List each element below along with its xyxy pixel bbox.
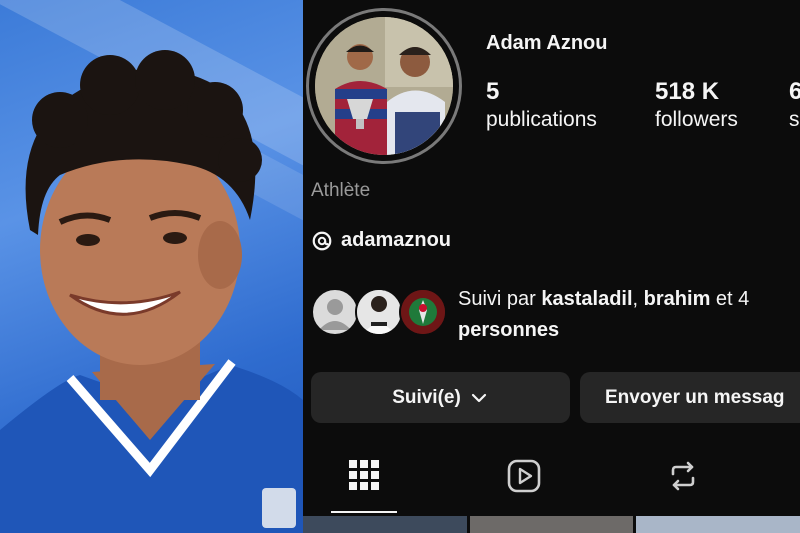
message-button-label: Envoyer un messag [605,386,785,408]
followed-by-name-2: brahim [643,288,711,310]
stat-followers-value: 518 K [655,78,720,105]
followed-by-text[interactable]: Suivi par kastaladil, brahim et 4 person… [458,284,800,346]
threads-icon [312,231,332,250]
post-thumbnail[interactable] [469,516,634,533]
mutual-photo-2 [357,290,401,334]
followed-by-line2: personnes [458,319,560,341]
post-thumbnails [303,516,800,533]
federation-crest-icon [401,290,445,334]
stat-posts[interactable]: 5 publications [486,78,597,134]
player-illustration [0,50,303,533]
post-thumbnail[interactable] [303,516,467,533]
reposts-icon [671,461,695,491]
avatar[interactable] [315,17,453,155]
stat-following-value: 6 [789,78,800,105]
profile-panel: Adam Aznou 5 publications 518 K follower… [303,0,800,533]
avatar-photo [315,17,453,155]
stat-following-label: s [789,108,800,131]
mutual-avatar-3[interactable] [399,288,447,336]
tab-posts-grid[interactable] [347,458,381,497]
profile-category: Athlète [311,180,371,201]
player-photo [0,0,303,533]
stat-posts-value: 5 [486,78,500,105]
profile-username: Adam Aznou [486,32,608,54]
active-tab-indicator [331,511,397,513]
grid-icon [349,460,379,490]
tab-reels[interactable] [506,458,542,499]
followed-by-prefix: Suivi par [458,288,542,310]
stat-followers[interactable]: 518 K followers [655,78,738,134]
threads-link[interactable]: adamaznou [311,229,451,252]
following-button[interactable]: Suivi(e) [311,372,570,423]
mutual-avatar-2[interactable] [355,288,403,336]
reels-icon [507,459,541,493]
chevron-down-icon [471,393,486,402]
followed-by-suffix: et 4 [710,288,750,310]
stat-posts-label: publications [486,108,597,131]
stat-following[interactable]: 6 s [789,78,800,134]
stat-followers-label: followers [655,108,738,131]
following-button-label: Suivi(e) [392,386,461,408]
post-thumbnail[interactable] [636,516,800,533]
message-button[interactable]: Envoyer un messag [580,372,800,423]
followed-by-separator: , [632,288,644,310]
mutual-avatar-1[interactable] [311,288,359,336]
threads-handle: adamaznou [341,229,452,251]
followed-by-name-1: kastaladil [541,288,633,310]
tab-reposts[interactable] [665,458,701,499]
default-avatar-icon [319,299,351,330]
